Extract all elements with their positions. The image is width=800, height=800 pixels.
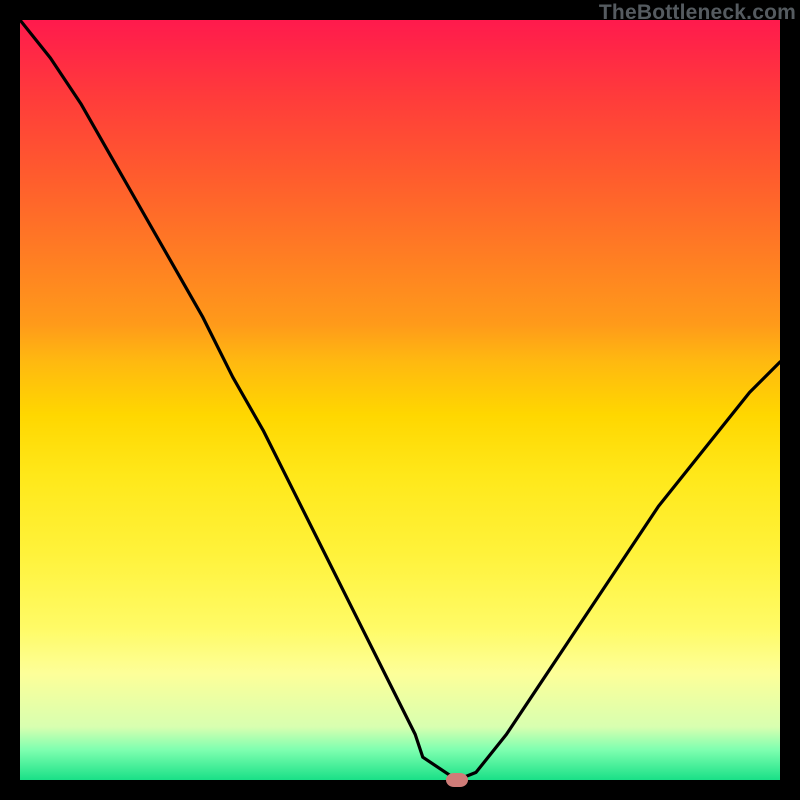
optimal-point-marker [446, 773, 468, 787]
chart-container: TheBottleneck.com [0, 0, 800, 800]
bottleneck-curve [20, 20, 780, 780]
curve-svg [20, 20, 780, 780]
